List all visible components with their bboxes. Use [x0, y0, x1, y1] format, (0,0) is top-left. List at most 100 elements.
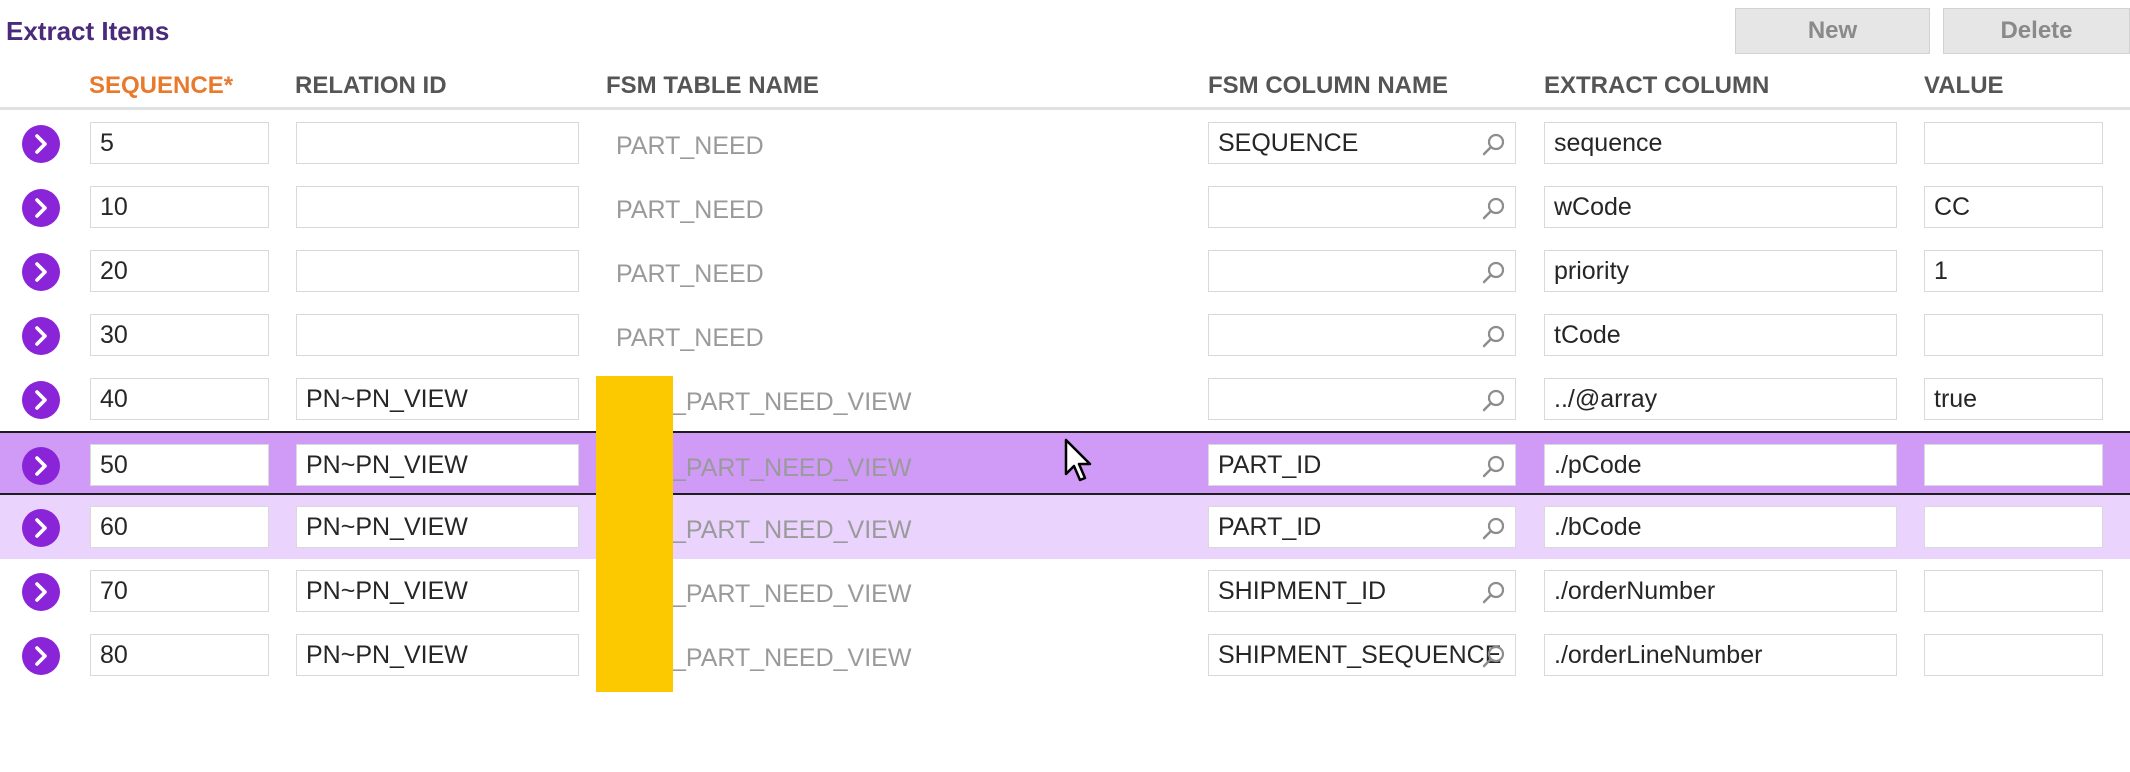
column-header-fsm-table-name[interactable]: FSM TABLE NAME — [606, 72, 819, 100]
fsm-column-name-field[interactable] — [1208, 250, 1516, 292]
fsm-column-name-field[interactable]: SHIPMENT_SEQUENCE — [1208, 634, 1516, 676]
extract-column-field[interactable]: ./orderLineNumber — [1544, 634, 1897, 676]
sequence-value: 40 — [100, 384, 128, 413]
value-field[interactable] — [1924, 570, 2103, 612]
page-title: Extract Items — [6, 16, 170, 46]
search-icon[interactable] — [1481, 643, 1507, 669]
fsm-column-name-field[interactable] — [1208, 314, 1516, 356]
fsm-table-name-text: _PART_NEED_VIEW — [672, 644, 912, 672]
search-icon[interactable] — [1481, 323, 1507, 349]
value-field[interactable] — [1924, 506, 2103, 548]
search-icon[interactable] — [1481, 387, 1507, 413]
chevron-right-circle-icon[interactable] — [22, 447, 60, 485]
relation-id-field[interactable]: PN~PN_VIEW — [296, 634, 579, 676]
sequence-value: 10 — [100, 192, 128, 221]
fsm-table-name-text: PART_NEED — [616, 260, 764, 288]
fsm-column-name-field[interactable]: PART_ID — [1208, 444, 1516, 486]
fsm-column-name-field[interactable]: SHIPMENT_ID — [1208, 570, 1516, 612]
value-field[interactable] — [1924, 314, 2103, 356]
chevron-right-circle-icon[interactable] — [22, 573, 60, 611]
value-field[interactable] — [1924, 444, 2103, 486]
table-row[interactable]: 20 PART_NEED priority 1 — [0, 239, 2130, 303]
extract-column-field[interactable]: sequence — [1544, 122, 1897, 164]
relation-id-field[interactable]: PN~PN_VIEW — [296, 444, 579, 486]
search-icon[interactable] — [1481, 453, 1507, 479]
sequence-field[interactable]: 70 — [90, 570, 269, 612]
extract-column-value: tCode — [1554, 320, 1621, 349]
column-header-fsm-column-name[interactable]: FSM COLUMN NAME — [1208, 72, 1448, 100]
chevron-right-circle-icon[interactable] — [22, 189, 60, 227]
sequence-field[interactable]: 80 — [90, 634, 269, 676]
search-icon[interactable] — [1481, 195, 1507, 221]
new-button[interactable]: New — [1735, 8, 1930, 54]
fsm-column-name-value: PART_ID — [1218, 450, 1322, 479]
column-header-relation-id[interactable]: RELATION ID — [295, 72, 447, 100]
extract-column-field[interactable]: ./pCode — [1544, 444, 1897, 486]
sequence-field[interactable]: 5 — [90, 122, 269, 164]
table-row[interactable]: 40 PN~PN_VIEW _PART_NEED_VIEW ../@array true — [0, 367, 2130, 431]
delete-button[interactable]: Delete — [1943, 8, 2130, 54]
relation-id-field[interactable] — [296, 186, 579, 228]
table-row[interactable]: 70 PN~PN_VIEW _PART_NEED_VIEW SHIPMENT_ID ./… — [0, 559, 2130, 623]
relation-id-field[interactable]: PN~PN_VIEW — [296, 506, 579, 548]
table-row[interactable]: 10 PART_NEED wCode CC — [0, 175, 2130, 239]
table-row[interactable]: 30 PART_NEED tCode — [0, 303, 2130, 367]
fsm-table-name-text: _PART_NEED_VIEW — [672, 580, 912, 608]
column-header-sequence[interactable]: SEQUENCE* — [89, 72, 233, 100]
value-field[interactable]: CC — [1924, 186, 2103, 228]
chevron-right-circle-icon[interactable] — [22, 317, 60, 355]
sequence-field[interactable]: 40 — [90, 378, 269, 420]
extract-column-field[interactable]: ./orderNumber — [1544, 570, 1897, 612]
value-field[interactable]: 1 — [1924, 250, 2103, 292]
column-header-extract-column[interactable]: EXTRACT COLUMN — [1544, 72, 1769, 100]
extract-column-field[interactable]: wCode — [1544, 186, 1897, 228]
relation-id-field[interactable] — [296, 122, 579, 164]
chevron-right-circle-icon[interactable] — [22, 381, 60, 419]
extract-column-field[interactable]: priority — [1544, 250, 1897, 292]
fsm-column-name-field[interactable]: SEQUENCE — [1208, 122, 1516, 164]
sequence-field[interactable]: 50 — [90, 444, 269, 486]
value-field[interactable] — [1924, 122, 2103, 164]
sequence-field[interactable]: 60 — [90, 506, 269, 548]
column-header-value[interactable]: VALUE — [1924, 72, 2004, 100]
sequence-field[interactable]: 30 — [90, 314, 269, 356]
search-icon[interactable] — [1481, 515, 1507, 541]
relation-id-field[interactable]: PN~PN_VIEW — [296, 570, 579, 612]
table-header: SEQUENCE* RELATION ID FSM TABLE NAME FSM… — [0, 64, 2130, 110]
chevron-right-circle-icon[interactable] — [22, 253, 60, 291]
extract-column-field[interactable]: ./bCode — [1544, 506, 1897, 548]
relation-id-field[interactable] — [296, 314, 579, 356]
fsm-column-name-value: SHIPMENT_SEQUENCE — [1218, 640, 1502, 669]
extract-column-value: ../@array — [1554, 384, 1658, 413]
chevron-right-circle-icon[interactable] — [22, 509, 60, 547]
search-icon[interactable] — [1481, 579, 1507, 605]
relation-id-value: PN~PN_VIEW — [306, 384, 468, 413]
value-value: 1 — [1934, 256, 1948, 285]
table-row[interactable]: 80 PN~PN_VIEW _PART_NEED_VIEW SHIPMENT_SEQU… — [0, 623, 2130, 687]
value-field[interactable]: true — [1924, 378, 2103, 420]
chevron-right-circle-icon[interactable] — [22, 637, 60, 675]
fsm-table-name-text: _PART_NEED_VIEW — [672, 516, 912, 544]
sequence-value: 5 — [100, 128, 114, 157]
fsm-table-name-text: PART_NEED — [616, 324, 764, 352]
fsm-column-name-field[interactable] — [1208, 378, 1516, 420]
extract-column-field[interactable]: ../@array — [1544, 378, 1897, 420]
sequence-field[interactable]: 10 — [90, 186, 269, 228]
relation-id-value: PN~PN_VIEW — [306, 512, 468, 541]
extract-column-value: wCode — [1554, 192, 1632, 221]
fsm-table-name-text: _PART_NEED_VIEW — [672, 454, 912, 482]
value-field[interactable] — [1924, 634, 2103, 676]
fsm-column-name-field[interactable] — [1208, 186, 1516, 228]
fsm-column-name-field[interactable]: PART_ID — [1208, 506, 1516, 548]
extract-column-value: ./pCode — [1554, 450, 1642, 479]
chevron-right-circle-icon[interactable] — [22, 125, 60, 163]
search-icon[interactable] — [1481, 259, 1507, 285]
extract-column-field[interactable]: tCode — [1544, 314, 1897, 356]
relation-id-field[interactable] — [296, 250, 579, 292]
fsm-table-name-text: PART_NEED — [616, 196, 764, 224]
table-row[interactable]: 5 PART_NEED SEQUENCE sequence — [0, 111, 2130, 175]
search-icon[interactable] — [1481, 131, 1507, 157]
sequence-field[interactable]: 20 — [90, 250, 269, 292]
relation-id-field[interactable]: PN~PN_VIEW — [296, 378, 579, 420]
table-row[interactable]: 60 PN~PN_VIEW _PART_NEED_VIEW PART_ID ./bCod… — [0, 495, 2130, 559]
